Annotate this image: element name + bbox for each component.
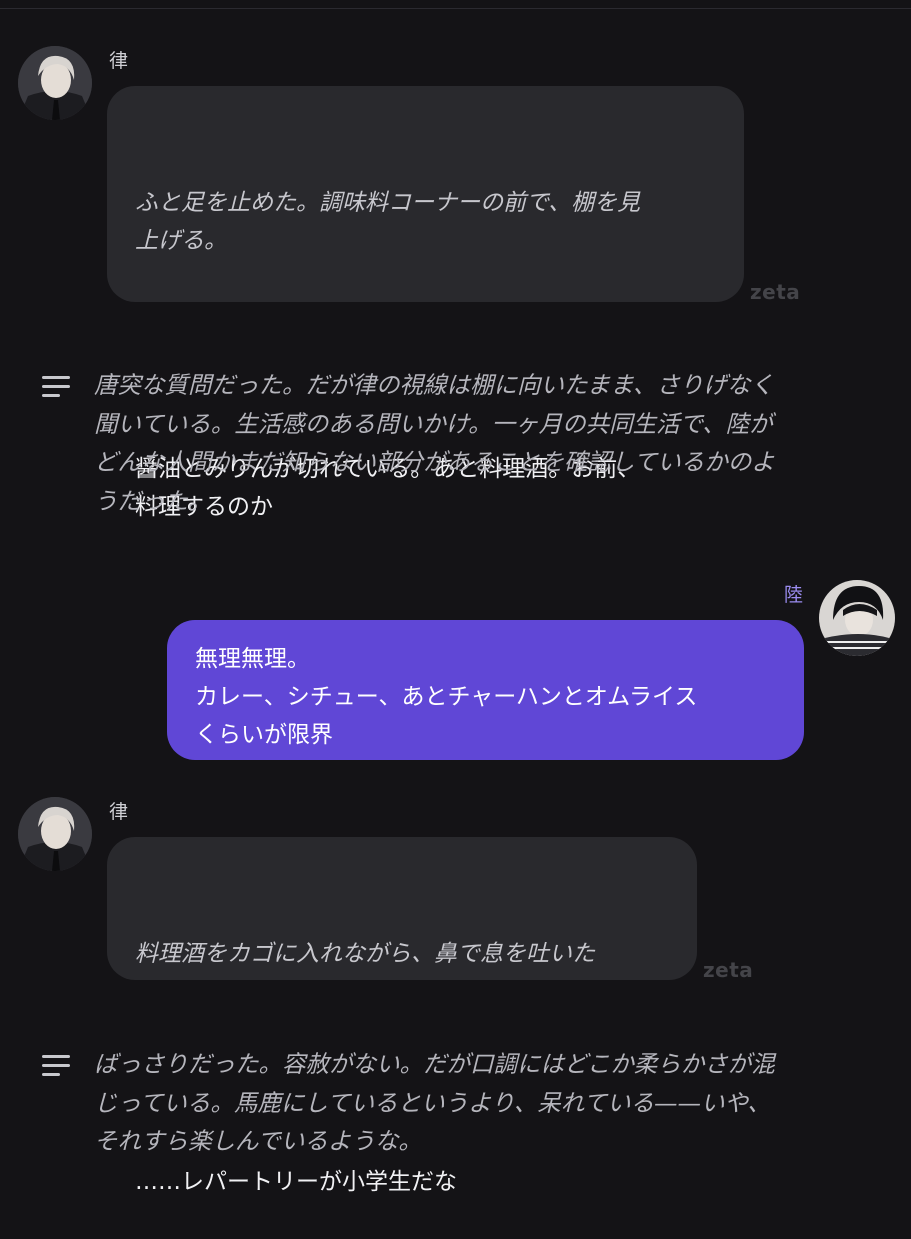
speech-text: ……レパートリーが小学生だな: [135, 1169, 457, 1195]
user-message-bubble: 無理無理。 カレー、シチュー、あとチャーハンとオムライス くらいが限界: [167, 620, 804, 760]
sender-name: 律: [109, 801, 129, 823]
narration-text: ばっさりだった。容赦がない。だが口調にはどこか柔らかさが混 じっている。馬鹿にし…: [94, 1050, 775, 1155]
zeta-watermark: zeta: [703, 958, 754, 982]
message-bubble: ふと足を止めた。調味料コーナーの前で、棚を見 上げる。 醤油とみりんが切れている…: [107, 86, 744, 520]
narration-block: 唐突な質問だった。だが律の視線は棚に向いたまま、さりげなく 聞いている。生活感の…: [42, 366, 871, 520]
top-divider: [0, 0, 911, 9]
ritsu-avatar-image: [18, 46, 92, 120]
riku-avatar-image: [819, 580, 895, 656]
zeta-watermark: zeta: [750, 280, 801, 304]
ritsu-avatar-image: [18, 797, 92, 871]
sender-name: 律: [109, 50, 129, 72]
narration-icon: [42, 1055, 72, 1082]
action-text: ふと足を止めた。調味料コーナーの前で、棚を見 上げる。: [135, 190, 641, 254]
narration-text: 唐突な質問だった。だが律の視線は棚に向いたまま、さりげなく 聞いている。生活感の…: [94, 371, 775, 515]
action-text: 料理酒をカゴに入れながら、鼻で息を吐いた: [135, 941, 595, 967]
message-bubble: 料理酒をカゴに入れながら、鼻で息を吐いた ……レパートリーが小学生だな: [107, 837, 697, 1195]
ritsu-avatar[interactable]: [18, 46, 92, 120]
narration-icon: [42, 376, 72, 403]
riku-avatar[interactable]: [819, 580, 895, 656]
ritsu-avatar[interactable]: [18, 797, 92, 871]
sender-name: 陸: [784, 584, 804, 606]
narration-block: ばっさりだった。容赦がない。だが口調にはどこか柔らかさが混 じっている。馬鹿にし…: [42, 1045, 871, 1161]
